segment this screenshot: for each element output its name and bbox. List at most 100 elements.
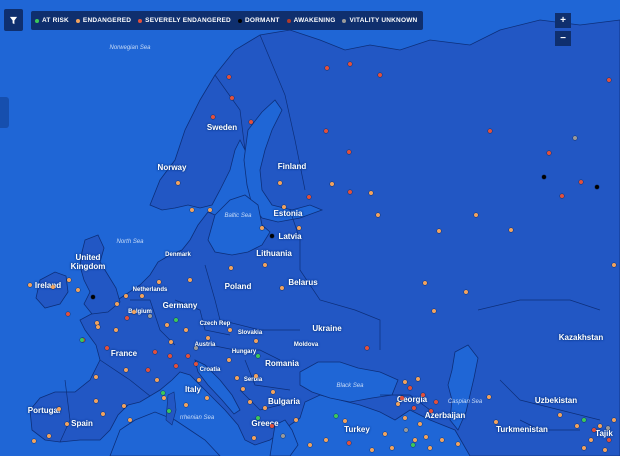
language-marker[interactable] [254, 374, 258, 378]
language-marker[interactable] [440, 438, 444, 442]
language-marker[interactable] [403, 380, 407, 384]
language-marker[interactable] [348, 190, 352, 194]
language-marker[interactable] [347, 441, 351, 445]
language-marker[interactable] [307, 195, 311, 199]
language-marker[interactable] [324, 129, 328, 133]
language-marker[interactable] [412, 406, 416, 410]
language-marker[interactable] [248, 400, 252, 404]
language-marker[interactable] [174, 318, 178, 322]
language-marker[interactable] [260, 226, 264, 230]
language-marker[interactable] [161, 391, 165, 395]
language-marker[interactable] [421, 393, 425, 397]
language-marker[interactable] [365, 346, 369, 350]
language-marker[interactable] [408, 386, 412, 390]
language-marker[interactable] [91, 295, 95, 299]
language-marker[interactable] [488, 129, 492, 133]
language-marker[interactable] [66, 312, 70, 316]
language-marker[interactable] [254, 339, 258, 343]
language-marker[interactable] [229, 266, 233, 270]
language-marker[interactable] [168, 354, 172, 358]
language-marker[interactable] [28, 283, 32, 287]
language-marker[interactable] [383, 432, 387, 436]
language-marker[interactable] [228, 328, 232, 332]
language-marker[interactable] [96, 325, 100, 329]
language-marker[interactable] [396, 402, 400, 406]
language-marker[interactable] [558, 413, 562, 417]
language-marker[interactable] [334, 414, 338, 418]
legend-item[interactable]: AT RISK [35, 17, 69, 24]
language-marker[interactable] [115, 302, 119, 306]
language-marker[interactable] [76, 288, 80, 292]
language-marker[interactable] [429, 409, 433, 413]
language-marker[interactable] [148, 314, 152, 318]
language-marker[interactable] [509, 228, 513, 232]
language-marker[interactable] [370, 448, 374, 452]
language-marker[interactable] [573, 136, 577, 140]
language-marker[interactable] [184, 403, 188, 407]
language-marker[interactable] [297, 226, 301, 230]
language-marker[interactable] [194, 362, 198, 366]
side-panel-toggle[interactable] [0, 97, 9, 128]
language-marker[interactable] [165, 323, 169, 327]
language-marker[interactable] [80, 338, 84, 342]
language-marker[interactable] [270, 234, 274, 238]
language-marker[interactable] [125, 316, 129, 320]
language-marker[interactable] [278, 181, 282, 185]
language-marker[interactable] [607, 78, 611, 82]
language-marker[interactable] [589, 438, 593, 442]
language-marker[interactable] [194, 346, 198, 350]
language-marker[interactable] [403, 416, 407, 420]
language-marker[interactable] [404, 428, 408, 432]
language-marker[interactable] [208, 208, 212, 212]
language-marker[interactable] [282, 205, 286, 209]
language-marker[interactable] [411, 443, 415, 447]
language-marker[interactable] [263, 406, 267, 410]
language-marker[interactable] [140, 294, 144, 298]
language-marker[interactable] [122, 404, 126, 408]
zoom-in-button[interactable]: + [555, 13, 571, 28]
language-marker[interactable] [67, 278, 71, 282]
language-marker[interactable] [612, 263, 616, 267]
language-marker[interactable] [582, 446, 586, 450]
language-marker[interactable] [241, 387, 245, 391]
language-marker[interactable] [418, 422, 422, 426]
language-marker[interactable] [330, 182, 334, 186]
language-marker[interactable] [51, 285, 55, 289]
language-marker[interactable] [227, 75, 231, 79]
language-marker[interactable] [423, 281, 427, 285]
language-marker[interactable] [270, 424, 274, 428]
language-marker[interactable] [57, 407, 61, 411]
language-marker[interactable] [474, 213, 478, 217]
language-marker[interactable] [592, 428, 596, 432]
language-marker[interactable] [494, 420, 498, 424]
language-marker[interactable] [65, 422, 69, 426]
language-marker[interactable] [155, 378, 159, 382]
language-marker[interactable] [281, 434, 285, 438]
language-marker[interactable] [595, 185, 599, 189]
language-marker[interactable] [146, 368, 150, 372]
language-marker[interactable] [437, 229, 441, 233]
language-marker[interactable] [252, 436, 256, 440]
language-marker[interactable] [347, 150, 351, 154]
language-marker[interactable] [188, 278, 192, 282]
language-marker[interactable] [205, 396, 209, 400]
language-marker[interactable] [249, 120, 253, 124]
language-marker[interactable] [607, 438, 611, 442]
language-marker[interactable] [132, 310, 136, 314]
language-marker[interactable] [542, 175, 546, 179]
language-marker[interactable] [184, 328, 188, 332]
language-marker[interactable] [487, 395, 491, 399]
legend-item[interactable]: ENDANGERED [75, 17, 131, 24]
language-marker[interactable] [456, 442, 460, 446]
language-marker[interactable] [153, 350, 157, 354]
language-marker[interactable] [174, 364, 178, 368]
language-marker[interactable] [256, 354, 260, 358]
language-marker[interactable] [167, 409, 171, 413]
language-marker[interactable] [432, 309, 436, 313]
language-marker[interactable] [575, 424, 579, 428]
language-marker[interactable] [416, 377, 420, 381]
language-marker[interactable] [579, 180, 583, 184]
language-marker[interactable] [32, 439, 36, 443]
language-marker[interactable] [464, 290, 468, 294]
language-marker[interactable] [294, 418, 298, 422]
